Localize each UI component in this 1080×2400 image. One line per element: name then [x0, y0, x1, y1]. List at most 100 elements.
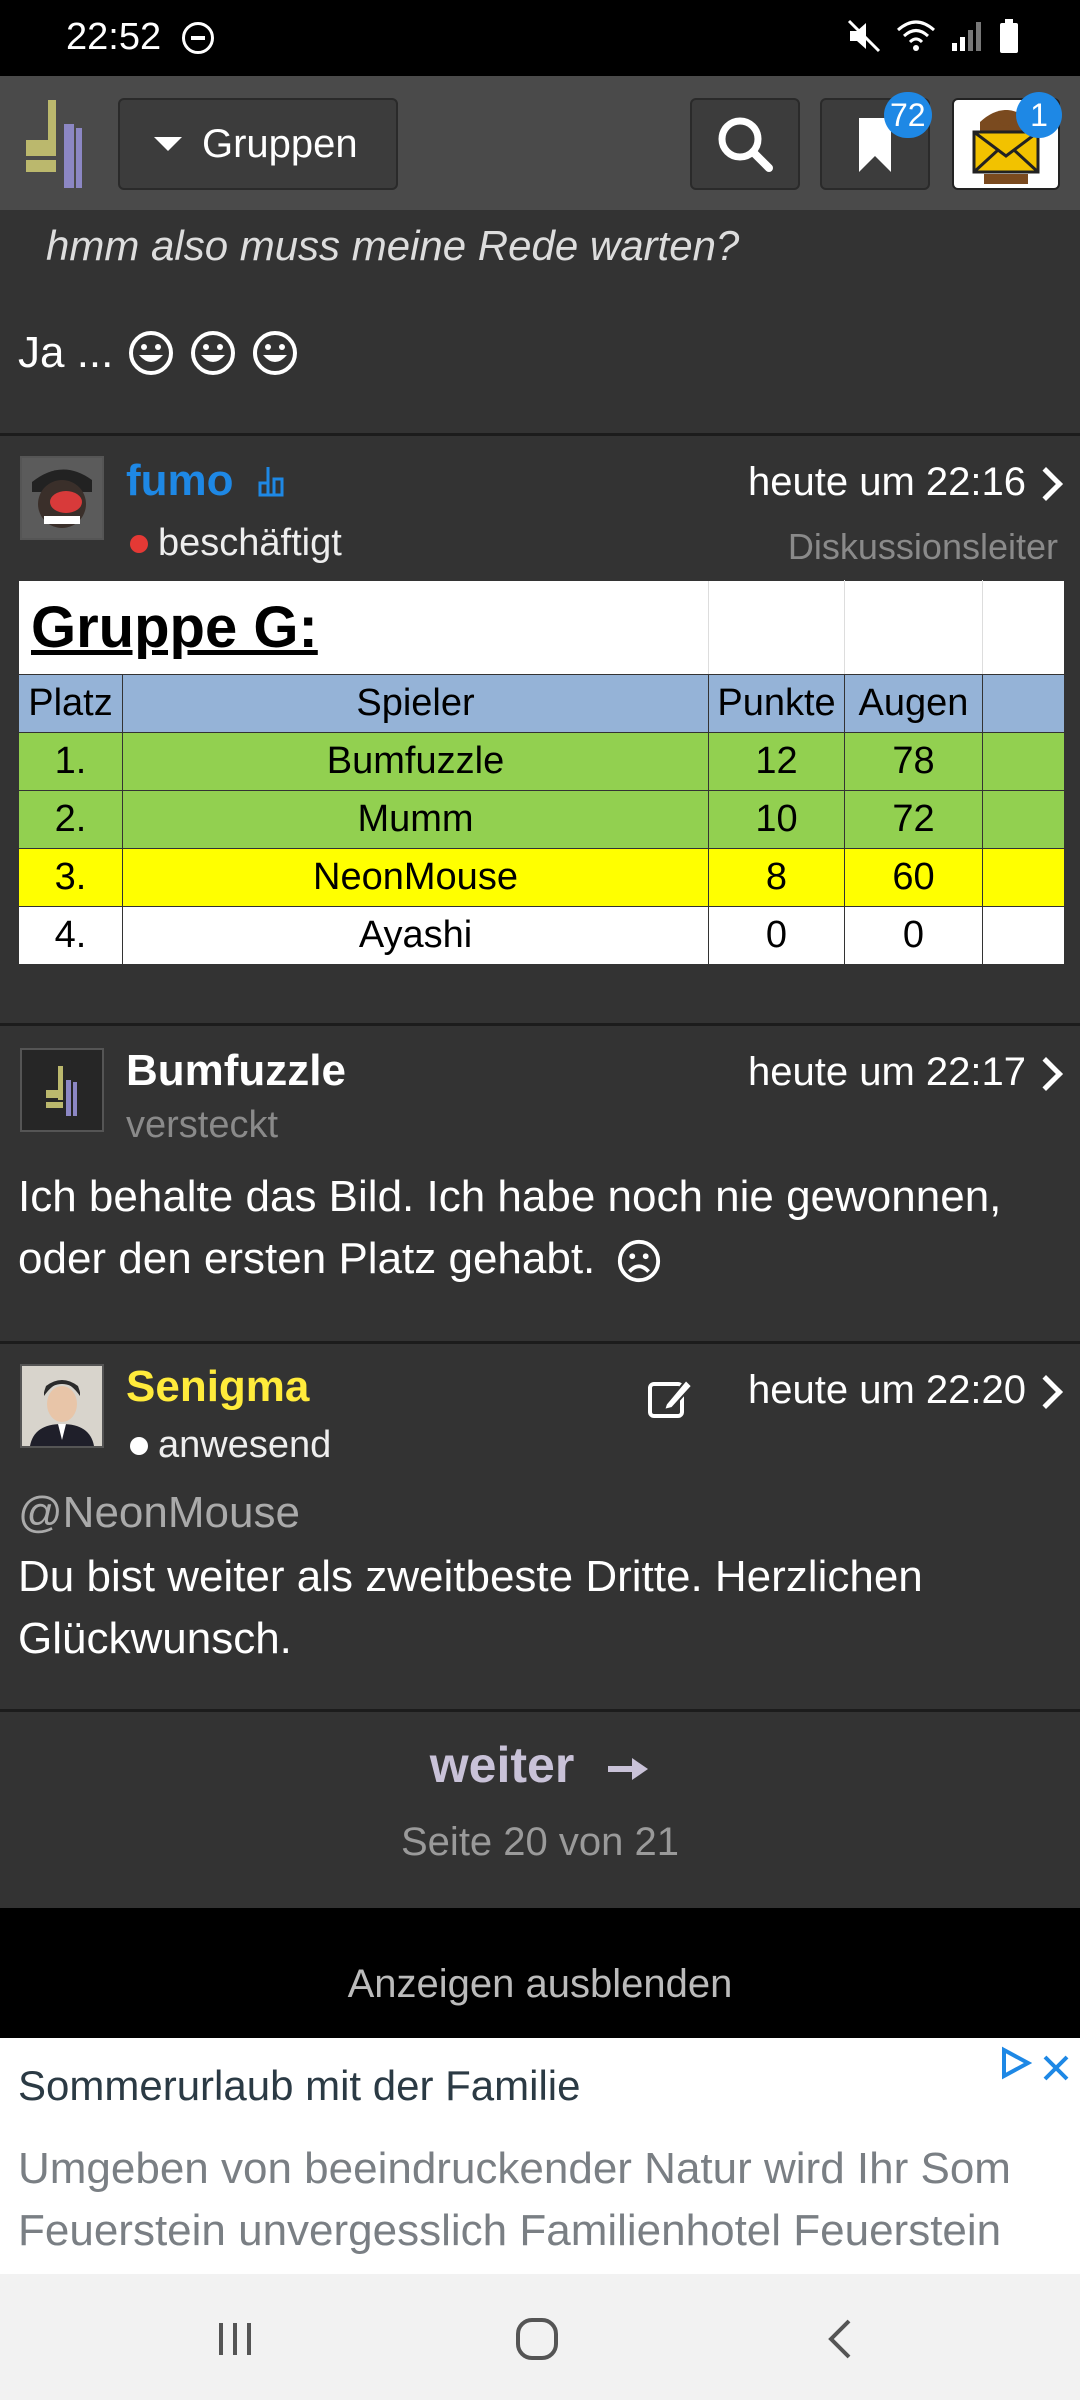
messages-count-badge: 1 — [1016, 92, 1062, 138]
arrow-right-icon — [608, 1757, 649, 1780]
post-body: Du bist weiter als zweitbeste Dritte. He… — [18, 1552, 923, 1663]
quote-text: hmm also muss meine Rede warten? — [46, 222, 740, 269]
ad-text-line: Feuerstein unvergesslich Familienhotel F… — [18, 2206, 1002, 2255]
table-cell — [982, 674, 1065, 733]
avatar-image — [22, 458, 102, 538]
table-cell: 8 — [708, 848, 845, 907]
dnd-icon — [182, 22, 214, 54]
table-cell: 4. — [18, 906, 123, 965]
table-cell — [708, 580, 845, 675]
user-status-text: beschäftigt — [158, 522, 342, 564]
pagination: weiter Seite 20 von 21 — [0, 1712, 1080, 1908]
table-cell: 72 — [844, 790, 983, 849]
table-cell: 60 — [844, 848, 983, 907]
groups-dropdown-button[interactable]: Gruppen — [118, 98, 398, 190]
rank-icon — [258, 467, 284, 497]
sad-emoji-icon — [617, 1240, 660, 1283]
table-header-row: Platz Spieler Punkte Augen — [18, 674, 1065, 733]
post-fumo: fumo heute um 22:16 beschäftigt Diskussi… — [0, 436, 1080, 1026]
close-icon[interactable] — [1040, 2052, 1072, 2084]
user-role: Diskussionsleiter — [787, 526, 1058, 567]
next-page-label: weiter — [429, 1737, 575, 1793]
adchoices-icon[interactable] — [998, 2046, 1032, 2080]
edit-icon[interactable] — [646, 1374, 694, 1422]
user-status: beschäftigt — [130, 522, 342, 565]
post-senigma: Senigma heute um 22:20 anwesend @NeonMou… — [0, 1344, 1080, 1712]
group-table: Gruppe G: Platz Spieler Punkte Augen 1. … — [18, 580, 1065, 965]
page-info: Seite 20 von 21 — [401, 1820, 679, 1864]
post-bumfuzzle: Bumfuzzle heute um 22:17 versteckt Ich b… — [0, 1026, 1080, 1344]
mention-link[interactable]: @NeonMouse — [18, 1488, 300, 1538]
table-cell: 0 — [708, 906, 845, 965]
ad-title[interactable]: Sommerurlaub mit der Familie — [18, 2062, 581, 2110]
previous-post-body: Ja ... — [18, 328, 299, 378]
ad-banner[interactable]: Sommerurlaub mit der Familie Umgeben von… — [0, 2038, 1080, 2274]
table-cell — [982, 790, 1065, 849]
groups-label: Gruppen — [202, 121, 358, 166]
avatar[interactable] — [20, 1048, 104, 1132]
status-dot — [130, 534, 148, 553]
table-cell — [982, 732, 1065, 791]
table-header: Spieler — [122, 674, 709, 733]
table-cell: 1. — [18, 732, 123, 791]
chevron-right-icon[interactable] — [1029, 1057, 1063, 1091]
grin-emoji-icon — [191, 331, 236, 375]
home-button[interactable] — [502, 2304, 572, 2374]
table-cell: 12 — [708, 732, 845, 791]
post-body: Ich behalte das Bild. Ich habe noch nie … — [18, 1166, 1058, 1290]
username[interactable]: fumo — [126, 456, 286, 506]
chevron-right-icon[interactable] — [1029, 1375, 1063, 1409]
ad-text: Umgeben von beeindruckender Natur wird I… — [18, 2138, 1080, 2262]
table-header: Punkte — [708, 674, 845, 733]
table-cell: 78 — [844, 732, 983, 791]
username[interactable]: Senigma — [126, 1362, 309, 1412]
avatar-image — [22, 1366, 102, 1446]
status-dot — [130, 1436, 148, 1455]
post-time[interactable]: heute um 22:16 — [748, 460, 1026, 505]
table-cell: Bumfuzzle — [122, 732, 709, 791]
site-logo-icon[interactable] — [26, 98, 88, 190]
avatar[interactable] — [20, 456, 104, 540]
user-status: anwesend — [130, 1424, 331, 1467]
username[interactable]: Bumfuzzle — [126, 1046, 346, 1096]
table-cell: 10 — [708, 790, 845, 849]
post-time[interactable]: heute um 22:20 — [748, 1368, 1026, 1413]
signal-icon — [952, 22, 981, 51]
mute-icon — [847, 19, 881, 53]
search-button[interactable] — [690, 98, 800, 190]
table-header: Augen — [844, 674, 983, 733]
table-cell: 2. — [18, 790, 123, 849]
avatar[interactable] — [20, 1364, 104, 1448]
bookmark-count-badge: 72 — [884, 92, 932, 138]
post-time[interactable]: heute um 22:17 — [748, 1050, 1026, 1095]
next-page-link[interactable]: weiter — [0, 1736, 1080, 1794]
table-row: 3. NeonMouse 8 60 — [18, 848, 1065, 907]
table-cell — [982, 848, 1065, 907]
user-status-text: versteckt — [126, 1104, 279, 1146]
system-nav-bar — [0, 2274, 1080, 2400]
recent-apps-button[interactable] — [200, 2304, 270, 2374]
status-icons — [846, 18, 1020, 54]
status-time: 22:52 — [66, 16, 162, 58]
battery-icon — [1000, 19, 1018, 53]
recent-apps-icon — [219, 2323, 251, 2355]
table-cell — [844, 580, 983, 675]
status-bar: 22:52 — [0, 0, 1080, 76]
back-icon — [828, 2319, 851, 2359]
table-cell — [982, 580, 1065, 675]
table-row: 4. Ayashi 0 0 — [18, 906, 1065, 965]
chevron-right-icon[interactable] — [1029, 467, 1063, 501]
back-button[interactable] — [806, 2304, 876, 2374]
user-status-text: anwesend — [158, 1424, 332, 1466]
table-cell: 0 — [844, 906, 983, 965]
hide-ads-link[interactable]: Anzeigen ausblenden — [0, 1908, 1080, 2038]
username-text: fumo — [126, 456, 234, 505]
search-icon — [718, 117, 773, 172]
table-cell: 3. — [18, 848, 123, 907]
table-cell — [982, 906, 1065, 965]
table-header: Platz — [18, 674, 123, 733]
app-header: Gruppen 72 1 — [0, 76, 1080, 210]
ad-text-line: Umgeben von beeindruckender Natur wird I… — [18, 2144, 1011, 2193]
table-row: 2. Mumm 10 72 — [18, 790, 1065, 849]
table-title: Gruppe G: — [18, 580, 709, 675]
